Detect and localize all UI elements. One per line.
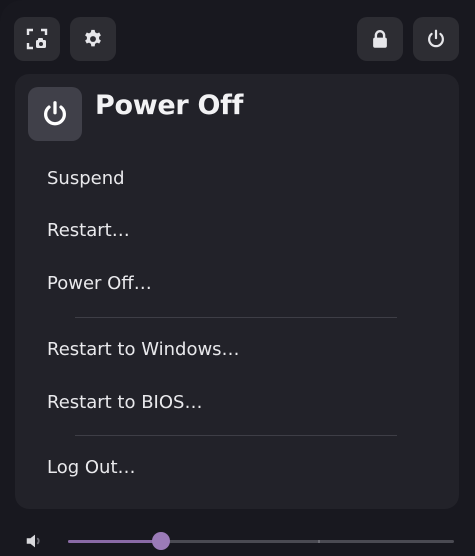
power-icon [428, 29, 444, 48]
lock-button[interactable] [357, 17, 403, 61]
lock-icon [373, 30, 387, 48]
screenshot-icon [26, 28, 48, 50]
volume-slider-knob[interactable] [152, 532, 170, 550]
power-menu-card: Power Off Suspend Restart… Power Off… Re… [15, 74, 459, 509]
settings-button[interactable] [70, 17, 116, 61]
menu-item-restart[interactable]: Restart… [47, 220, 130, 241]
menu-item-restart-to-bios[interactable]: Restart to BIOS… [47, 392, 202, 413]
menu-item-log-out[interactable]: Log Out… [47, 457, 136, 478]
menu-item-restart-to-windows[interactable]: Restart to Windows… [47, 339, 240, 360]
power-icon [44, 101, 66, 126]
power-menu-header-icon [28, 87, 82, 141]
menu-separator [75, 317, 397, 318]
quick-settings-panel: Power Off Suspend Restart… Power Off… Re… [0, 0, 475, 556]
power-menu-title: Power Off [95, 90, 244, 121]
volume-slider-mark [318, 540, 320, 543]
power-button[interactable] [413, 17, 459, 61]
menu-item-suspend[interactable]: Suspend [47, 168, 125, 189]
menu-item-power-off[interactable]: Power Off… [47, 273, 152, 294]
gear-icon [85, 29, 101, 47]
volume-slider[interactable] [68, 532, 454, 550]
screenshot-button[interactable] [14, 17, 60, 61]
speaker-icon[interactable] [24, 530, 46, 552]
menu-separator [75, 435, 397, 436]
volume-slider-fill [68, 540, 161, 543]
